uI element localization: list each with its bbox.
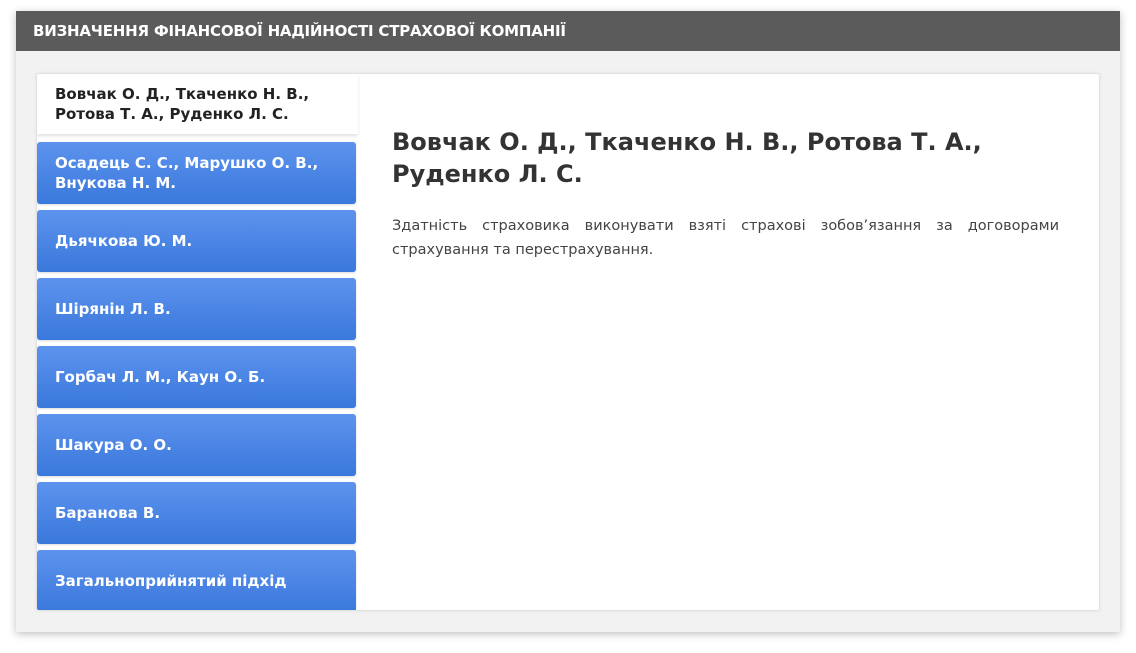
- tab-gorbach-kaun[interactable]: Горбач Л. М., Каун О. Б.: [37, 346, 356, 408]
- tab-list: Вовчак О. Д., Ткаченко Н. В., Ротова Т. …: [37, 74, 358, 610]
- content-text: Здатність страховика виконувати взяті ст…: [392, 218, 1059, 258]
- tab-label: Шірянін Л. В.: [55, 300, 171, 318]
- tab-label: Осадець С. С., Марушко О. В., Внукова Н.…: [55, 154, 319, 192]
- app-frame: ВИЗНАЧЕННЯ ФІНАНСОВОЇ НАДІЙНОСТІ СТРАХОВ…: [16, 11, 1120, 632]
- tab-label: Загальноприйнятий підхід: [55, 572, 287, 590]
- tab-label: Шакура О. О.: [55, 436, 172, 454]
- tab-label: Вовчак О. Д., Ткаченко Н. В., Ротова Т. …: [55, 85, 310, 123]
- tabs-panel: Вовчак О. Д., Ткаченко Н. В., Ротова Т. …: [36, 73, 1100, 611]
- page-title: ВИЗНАЧЕННЯ ФІНАНСОВОЇ НАДІЙНОСТІ СТРАХОВ…: [33, 22, 566, 40]
- tab-baranova[interactable]: Баранова В.: [37, 482, 356, 544]
- tab-general-approach[interactable]: Загальноприйнятий підхід: [37, 550, 356, 610]
- tab-label: Горбач Л. М., Каун О. Б.: [55, 368, 266, 386]
- tab-shakura[interactable]: Шакура О. О.: [37, 414, 356, 476]
- tab-vovchak-tkachenko-rotova-rudenko[interactable]: Вовчак О. Д., Ткаченко Н. В., Ротова Т. …: [37, 74, 358, 134]
- tab-content: Вовчак О. Д., Ткаченко Н. В., Ротова Т. …: [392, 74, 1097, 610]
- tab-dyachkova[interactable]: Дьячкова Ю. М.: [37, 210, 356, 272]
- tab-label: Дьячкова Ю. М.: [55, 232, 193, 250]
- tab-shiryanin[interactable]: Шірянін Л. В.: [37, 278, 356, 340]
- tab-osadets-marushko-vnukova[interactable]: Осадець С. С., Марушко О. В., Внукова Н.…: [37, 142, 356, 204]
- tab-label: Баранова В.: [55, 504, 161, 522]
- page-header: ВИЗНАЧЕННЯ ФІНАНСОВОЇ НАДІЙНОСТІ СТРАХОВ…: [16, 11, 1120, 51]
- content-title: Вовчак О. Д., Ткаченко Н. В., Ротова Т. …: [392, 128, 982, 188]
